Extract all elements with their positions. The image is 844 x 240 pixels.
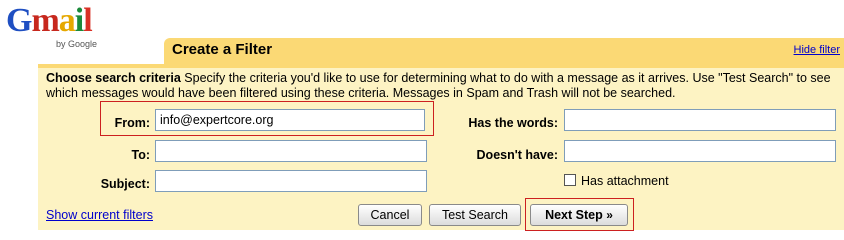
doesnt-have-input[interactable]: [564, 140, 836, 162]
gmail-logo: Gmail by Google: [4, 3, 104, 51]
panel-top-strip: [38, 64, 844, 68]
logo-letter-a: a: [58, 2, 76, 39]
gmail-create-filter-page: Gmail by Google Create a Filter Hide fil…: [0, 0, 844, 231]
has-words-label: Has the words:: [468, 116, 558, 130]
has-attachment-checkbox[interactable]: [564, 174, 576, 186]
cancel-button[interactable]: Cancel: [358, 204, 422, 226]
criteria-description: Choose search criteria Specify the crite…: [46, 71, 836, 101]
next-step-button[interactable]: Next Step »: [530, 204, 628, 226]
hide-filter-link[interactable]: Hide filter: [794, 44, 840, 56]
gmail-logo-wordmark: Gmail: [6, 2, 93, 39]
doesnt-have-label: Doesn't have:: [476, 148, 558, 162]
filter-panel: Choose search criteria Specify the crite…: [38, 64, 844, 231]
double-chevron-right-icon: »: [606, 208, 613, 222]
logo-by-google: by Google: [56, 39, 98, 49]
criteria-heading: Choose search criteria: [46, 71, 181, 85]
logo-letter-g: G: [6, 2, 32, 39]
to-input[interactable]: [155, 140, 427, 162]
subject-input[interactable]: [155, 170, 427, 192]
logo-letter-m: m: [31, 2, 59, 39]
has-attachment-label: Has attachment: [581, 174, 669, 188]
page-title: Create a Filter: [172, 41, 273, 58]
test-search-button[interactable]: Test Search: [429, 204, 521, 226]
has-words-input[interactable]: [564, 109, 836, 131]
show-current-filters-link[interactable]: Show current filters: [46, 208, 153, 222]
from-input[interactable]: [155, 109, 425, 131]
next-step-label: Next Step: [545, 208, 603, 222]
logo-letter-l: l: [83, 2, 93, 39]
subject-label: Subject:: [100, 177, 150, 191]
logo-letter-i: i: [74, 2, 85, 39]
from-label: From:: [114, 116, 150, 130]
to-label: To:: [131, 148, 150, 162]
create-filter-tab: Create a Filter Hide filter: [164, 38, 844, 64]
